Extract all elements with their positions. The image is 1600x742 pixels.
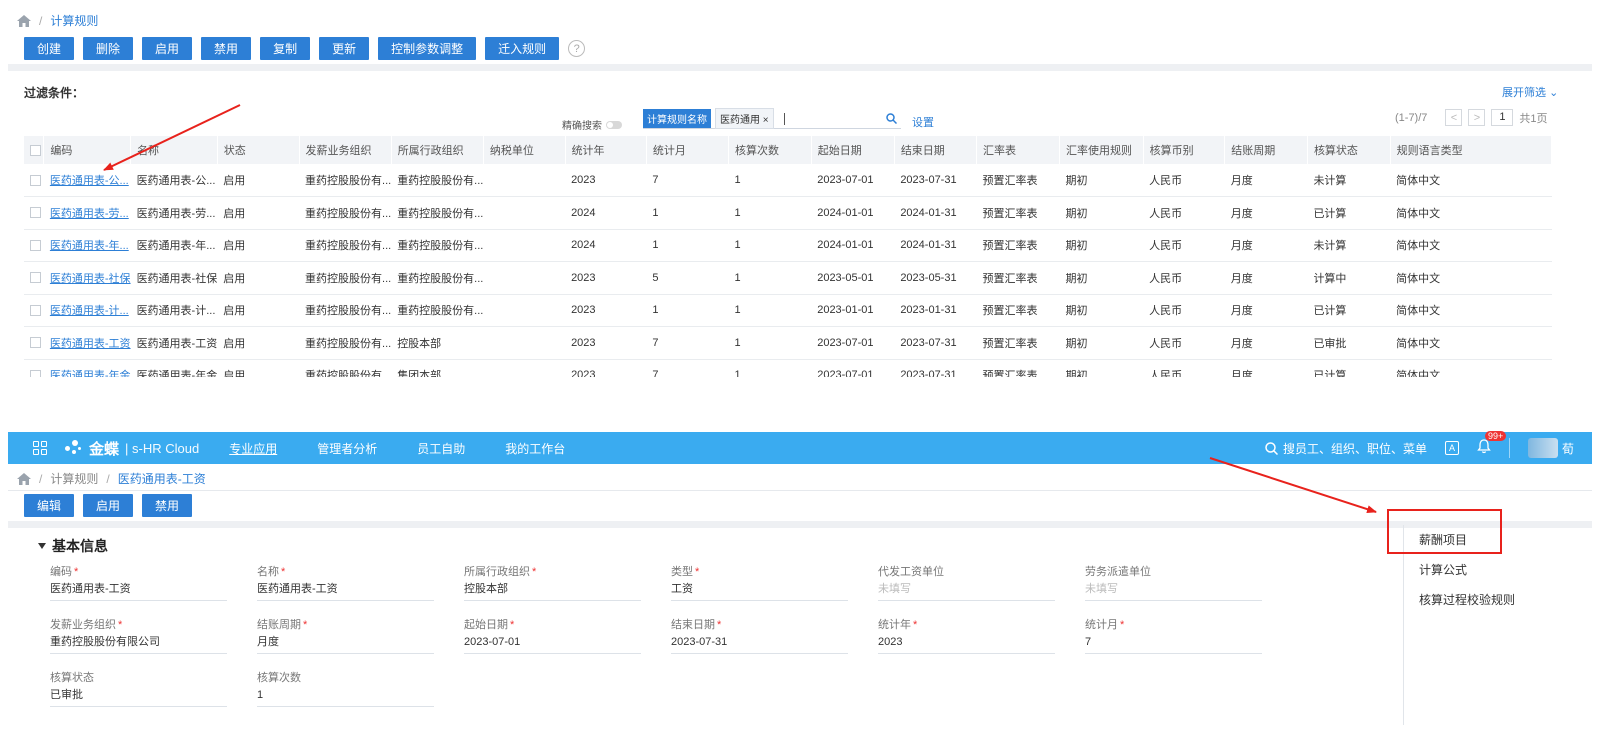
- annotation-arrows: [103, 104, 1377, 514]
- arrow-to-salary-items-annotation: [1209, 457, 1377, 514]
- arrow-to-first-row-annotation: [103, 104, 241, 171]
